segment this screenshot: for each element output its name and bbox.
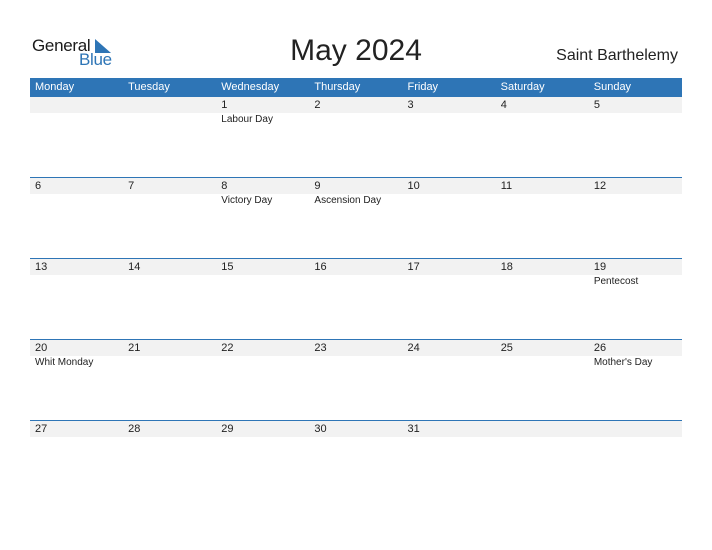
day-number: 12 (593, 180, 607, 192)
day-cell: 17 (403, 259, 496, 339)
day-cell: 9 Ascension Day (309, 178, 402, 258)
day-number: 15 (221, 261, 234, 273)
day-cell: 10 (403, 178, 496, 258)
country-label: Saint Barthelemy (556, 47, 678, 64)
day-number: 17 (407, 261, 420, 273)
day-cell: 31 (403, 421, 496, 501)
day-cell: 28 (123, 421, 216, 501)
day-cell (30, 97, 123, 177)
day-number: 22 (221, 342, 234, 354)
day-cell: 8 Victory Day (216, 178, 309, 258)
day-number: 20 (35, 342, 48, 354)
day-number: 7 (128, 180, 135, 192)
holiday-label: Labour Day (221, 114, 273, 125)
weekday-wednesday: Wednesday (221, 81, 280, 93)
day-number: 21 (128, 342, 141, 354)
day-number: 31 (407, 423, 420, 435)
day-number: 23 (314, 342, 327, 354)
day-number: 14 (128, 261, 141, 273)
day-number: 10 (407, 180, 420, 192)
day-cell: 13 (30, 259, 123, 339)
day-cell: 5 (589, 97, 682, 177)
day-cell: 6 (30, 178, 123, 258)
day-number: 3 (407, 99, 414, 111)
day-number: 27 (35, 423, 48, 435)
day-cell: 15 (216, 259, 309, 339)
day-cell (589, 421, 682, 501)
day-number: 13 (35, 261, 48, 273)
day-number: 1 (221, 99, 228, 111)
day-cell: 23 (309, 340, 402, 420)
day-cell: 21 (123, 340, 216, 420)
day-number: 18 (500, 261, 513, 273)
day-cell: 24 (403, 340, 496, 420)
day-number: 2 (314, 99, 321, 111)
week-row: 27 28 29 30 31 (30, 420, 682, 501)
weekday-friday: Friday (407, 81, 439, 93)
week-row: 20 Whit Monday 21 22 23 24 25 26 Mother's Day (30, 339, 682, 420)
day-number: 11 (500, 180, 513, 192)
day-cell (123, 97, 216, 177)
day-number: 5 (593, 99, 600, 111)
weekday-monday: Monday (35, 81, 75, 93)
day-cell: 29 (216, 421, 309, 501)
day-cell: 3 (403, 97, 496, 177)
day-cell: 18 (496, 259, 589, 339)
day-cell: 11 (496, 178, 589, 258)
day-cell: 16 (309, 259, 402, 339)
weekday-thursday: Thursday (314, 81, 361, 93)
day-cell: 19 Pentecost (589, 259, 682, 339)
week-row: 13 14 15 16 17 18 19 Pentecost (30, 258, 682, 339)
day-number: 28 (128, 423, 141, 435)
holiday-label: Victory Day (221, 195, 273, 206)
weekday-tuesday: Tuesday (128, 81, 170, 93)
week-row: 6 7 8 Victory Day 9 Ascension Day 10 11 12 (30, 177, 682, 258)
day-cell: 30 (309, 421, 402, 501)
weekday-saturday: Saturday (500, 81, 545, 93)
day-cell: 22 (216, 340, 309, 420)
day-number: 6 (35, 180, 42, 192)
week-row: 1 Labour Day 2 3 4 5 (30, 96, 682, 177)
day-cell: 12 (589, 178, 682, 258)
day-number: 25 (500, 342, 513, 354)
day-cell: 2 (309, 97, 402, 177)
day-number: 8 (221, 180, 228, 192)
day-number: 19 (593, 261, 607, 273)
day-cell: 25 (496, 340, 589, 420)
day-number: 9 (314, 180, 321, 192)
day-cell: 7 (123, 178, 216, 258)
holiday-label: Mother's Day (593, 357, 653, 368)
holiday-label: Pentecost (593, 276, 639, 287)
day-number: 30 (314, 423, 327, 435)
day-cell: 4 (496, 97, 589, 177)
day-cell: 27 (30, 421, 123, 501)
holiday-label: Whit Monday (35, 357, 94, 368)
holiday-label: Ascension Day (314, 195, 382, 206)
day-number: 24 (407, 342, 420, 354)
day-cell: 26 Mother's Day (589, 340, 682, 420)
day-cell (496, 421, 589, 501)
day-number: 29 (221, 423, 234, 435)
weekday-header: Monday Tuesday Wednesday Thursday Friday… (30, 78, 682, 96)
day-cell: 1 Labour Day (216, 97, 309, 177)
day-number: 26 (593, 342, 607, 354)
day-number: 4 (500, 99, 507, 111)
day-cell: 14 (123, 259, 216, 339)
day-number: 16 (314, 261, 327, 273)
day-cell: 20 Whit Monday (30, 340, 123, 420)
weekday-sunday: Sunday (593, 81, 632, 93)
